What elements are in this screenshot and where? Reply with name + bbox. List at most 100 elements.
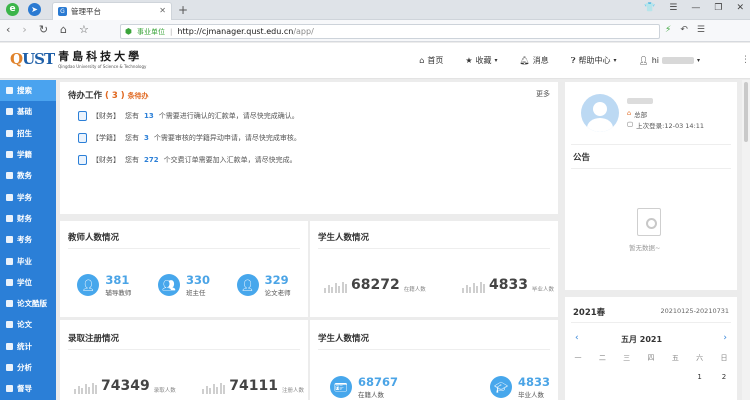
sidebar-item[interactable]: 学籍 [0,144,56,165]
close-window-icon[interactable]: ✕ [736,3,744,13]
divider [318,248,550,249]
empty-doc-icon [637,208,661,236]
calendar-day[interactable]: 1 [691,373,709,381]
stat-number: 330 [185,273,210,287]
notice-empty-text: 暂无数据~ [629,244,661,252]
sidebar: 搜索基础招生学籍教务 学务 财务 考务 毕业学位论文酷版论文统计 分析督导 [0,80,56,400]
refresh-icon[interactable]: ↻ [39,23,48,36]
todo-item[interactable]: 【财务】 您有 272 个交费订单需要加入汇款单，请尽快完成。 [78,155,301,165]
new-tab-icon[interactable]: + [178,3,188,17]
minimize-icon[interactable]: — [691,3,700,13]
lightning-icon[interactable]: ⚡ [665,25,671,35]
browser-tab[interactable]: G 管理平台 ✕ [52,2,172,20]
sidebar-item[interactable]: 分析 [0,357,56,378]
page-scrollbar[interactable] [742,80,750,400]
bookmark-star-icon[interactable]: ☆ [79,23,89,36]
stat-label: 辅导教师 [105,289,132,297]
profile-name-redacted [627,98,653,104]
todo-count: ( 3 ) [104,91,125,101]
sidebar-item[interactable]: 毕业 [0,250,56,271]
stat-label: 录取人数 [153,388,176,394]
sidebar-item[interactable]: 学位 [0,272,56,293]
profile-notice-panel: ⌂ 总部 ▢ 上次登录:12-03 14:11 公告 暂无数据~ [565,82,737,290]
logo-mark: QUST [10,50,55,68]
sidebar-item[interactable]: 统计 [0,336,56,357]
sidebar-item[interactable]: 督导 [0,378,56,399]
sidebar-item[interactable]: 论文酷版 [0,293,56,314]
site-cert-label: 事业单位 [136,27,165,36]
sidebar-item-icon [6,300,13,308]
todo-text-post: 个交费订单需要加入汇款单，请尽快完成。 [163,156,297,164]
sidebar-item-label: 学籍 [17,150,32,160]
teacher-stat: 👤︎ 381 辅导教师 [77,273,131,297]
stat-block: 4833 毕业人数 [462,277,554,293]
menu-icon[interactable]: ☰ [669,3,677,13]
sidebar-item-icon [6,129,13,137]
sidebar-item[interactable]: 论文 [0,314,56,335]
sidebar-item[interactable]: 基础 [0,101,56,122]
bar-glyph-icon [462,282,486,293]
todo-item[interactable]: 【学籍】 您有 3 个需要审核的学籍异动申请，请尽快完成审核。 [78,133,301,143]
sidebar-item-icon [6,342,13,350]
todo-item[interactable]: 【财务】 您有 13 个需要进行确认的汇款单，请尽快完成确认。 [78,111,301,121]
forward-icon[interactable]: › [22,23,26,36]
nav-messages[interactable]: 🔔︎ 消息 [520,55,549,66]
calendar-day[interactable]: 2 [715,373,733,381]
sidebar-item-icon [6,257,13,265]
todo-tag: 【财务】 [92,156,120,164]
sidebar-item[interactable]: 财务 [0,208,56,229]
todo-text-pre: 您有 [125,156,139,164]
divider [68,349,300,350]
scrollbar-thumb[interactable] [744,82,748,142]
nav-user-menu[interactable]: 👤︎ hi ▾ [639,55,700,66]
sidebar-item[interactable]: 招生 [0,123,56,144]
back-icon[interactable]: ‹ [6,23,10,36]
stat-label: 在籍人数 [358,391,384,399]
student-count-panel-2: 学生人数情况 🪪︎ 68767 在籍人数 🎓︎ 4833 毕业人数 [310,320,558,400]
chevron-down-icon: ▾ [696,57,700,64]
browser-logo-icon[interactable]: e [6,3,19,16]
user-greeting: hi [651,56,659,65]
profile-role-text: 总部 [634,111,648,119]
nav-help[interactable]: ❓︎ 帮助中心 ▾ [571,55,617,66]
sidebar-item-icon [6,321,13,329]
sidebar-item-label: 基础 [17,107,32,117]
nav-home[interactable]: ⌂ 首页 [419,55,443,66]
logo-name-en: Qingdao University of Science & Technolo… [58,64,147,69]
logo-name-cn: 青島科技大學 [58,50,143,63]
student-stats-2: 🪪︎ 68767 在籍人数 🎓︎ 4833 毕业人数 [330,375,550,399]
divider [571,144,731,145]
weekday-label: 四 [647,354,655,362]
sidebar-item-icon [6,151,13,159]
next-month-icon[interactable]: › [723,333,727,343]
stat-label: 毕业人数 [517,391,544,399]
sidebar-item-label: 论文 [17,320,32,330]
nav-favorites[interactable]: ★ 收藏 ▾ [465,55,497,66]
navigator-icon[interactable]: ➤ [28,3,41,16]
chevron-down-icon: ▾ [494,57,498,64]
stat-label: 在籍人数 [403,287,426,293]
sidebar-item-label: 学位 [17,277,32,287]
undo-icon[interactable]: ↶ [680,25,688,35]
more-dots-icon[interactable]: ⋮ [741,55,750,65]
bar-glyph-icon [202,383,226,394]
stat-number: 74349 [101,378,150,394]
tab-close-icon[interactable]: ✕ [159,6,166,15]
weekday-label: 五 [671,354,679,362]
bookmarks-menu-icon[interactable]: ☰ [697,25,705,35]
sidebar-item[interactable]: 考务 [0,229,56,250]
url-field[interactable]: ⬢ 事业单位 | http://cjmanager.qust.edu.cn/ap… [120,24,660,39]
student-stat: 🎓︎ 4833 毕业人数 [489,375,550,399]
todo-more-link[interactable]: 更多 [536,89,550,99]
university-logo[interactable]: QUST 青島科技大學 Qingdao University of Scienc… [10,48,147,70]
restore-icon[interactable]: ❐ [714,3,722,13]
sidebar-item[interactable]: 教务 [0,165,56,186]
skin-icon[interactable]: 👕 [644,3,655,13]
avatar[interactable] [581,94,619,132]
prev-month-icon[interactable]: ‹ [575,333,579,343]
sidebar-item[interactable]: 搜索 [0,80,56,102]
sidebar-item-label: 督导 [17,384,32,394]
sidebar-item[interactable]: 学务 [0,186,56,207]
term-range: 20210125-20210731 [660,307,729,315]
home-icon[interactable]: ⌂ [60,23,67,36]
